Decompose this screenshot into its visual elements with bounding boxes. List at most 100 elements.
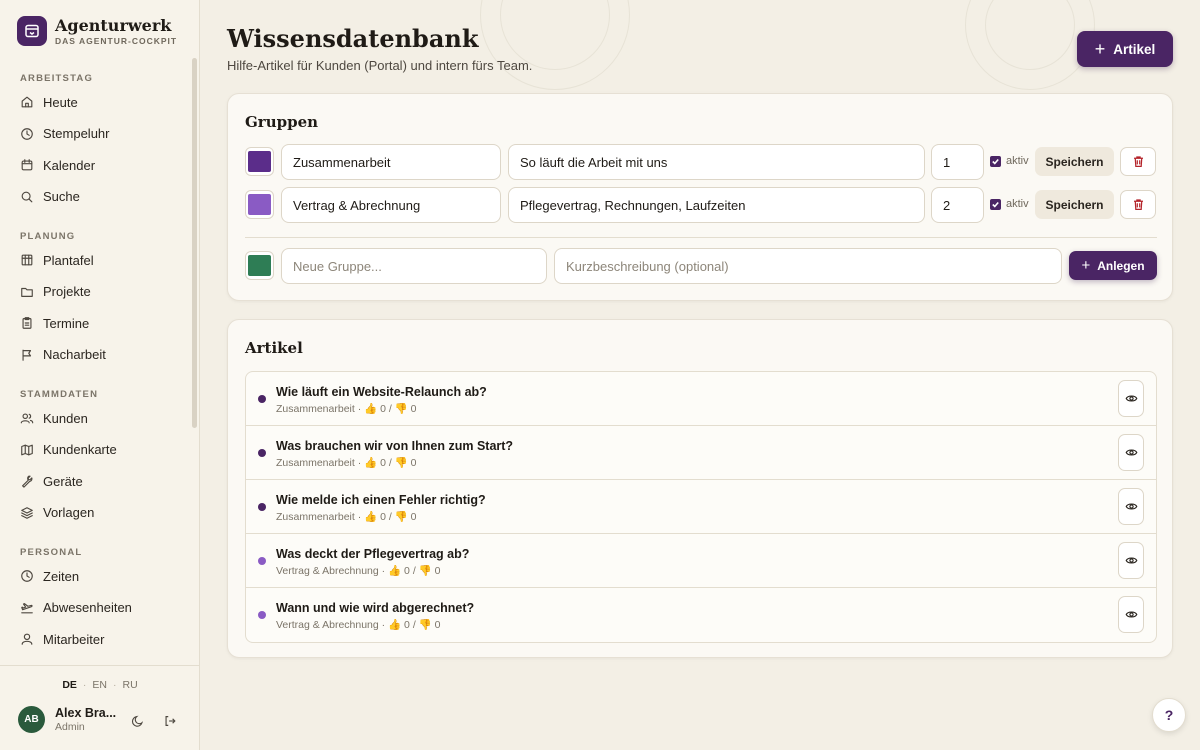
moon-icon[interactable] <box>131 714 145 728</box>
group-delete-button[interactable] <box>1120 190 1156 219</box>
sidebar-item-label: Plantafel <box>43 252 94 268</box>
map-icon <box>20 443 43 457</box>
article-title: Was deckt der Pflegevertrag ab? <box>276 547 470 561</box>
clipboard-icon <box>20 316 43 330</box>
sidebar-item-heute[interactable]: Heute <box>20 92 78 112</box>
group-active-label: aktiv <box>1006 155 1029 167</box>
logout-icon[interactable] <box>163 714 177 728</box>
sidebar-item-label: Projekte <box>43 284 91 299</box>
sidebar-item-label: Heute <box>43 94 78 110</box>
sidebar-item-vorlagen[interactable]: Vorlagen <box>20 503 94 523</box>
avatar: AB <box>18 706 45 733</box>
sidebar-item-mitarbeiter[interactable]: Mitarbeiter <box>20 629 104 649</box>
background-decoration <box>480 0 630 90</box>
sidebar-item-projekte[interactable]: Projekte <box>20 282 91 302</box>
sidebar-item-label: Nacharbeit <box>43 347 106 362</box>
group-save-button[interactable]: Speichern <box>1035 190 1114 219</box>
plus-icon: + <box>1094 39 1106 59</box>
view-article-button[interactable] <box>1118 434 1144 471</box>
group-name-input[interactable]: Vertrag & Abrechnung <box>281 187 501 223</box>
article-row[interactable]: Wie läuft ein Website-Relaunch ab? Zusamm… <box>246 372 1156 426</box>
group-description-input[interactable]: Pflegevertrag, Rechnungen, Laufzeiten <box>508 187 925 223</box>
checkbox-checked-icon <box>990 198 1001 210</box>
groups-divider <box>245 237 1157 238</box>
create-group-label: Anlegen <box>1097 258 1145 273</box>
brand-subtitle: DAS AGENTUR-COCKPIT <box>55 35 178 46</box>
article-meta: Vertrag & Abrechnung · 👍 0 / 👎 0 <box>276 565 441 577</box>
article-meta: Zusammenarbeit · 👍 0 / 👎 0 <box>276 511 417 523</box>
article-row[interactable]: Wann und wie wird abgerechnet? Vertrag & … <box>246 588 1156 642</box>
sidebar-divider <box>0 665 200 666</box>
articles-card: Artikel Wie läuft ein Website-Relaunch a… <box>227 319 1173 658</box>
groups-card: Gruppen Zusammenarbeit So läuft die Arbei… <box>227 93 1173 301</box>
create-group-button[interactable]: + Anlegen <box>1069 251 1157 280</box>
add-article-button[interactable]: + Artikel <box>1077 31 1173 67</box>
article-meta: Zusammenarbeit · 👍 0 / 👎 0 <box>276 403 417 415</box>
user-icon <box>20 632 43 646</box>
view-article-button[interactable] <box>1118 542 1144 579</box>
language-ru[interactable]: RU <box>123 679 138 691</box>
view-article-button[interactable] <box>1118 380 1144 417</box>
sidebar-item-label: Mitarbeiter <box>43 631 105 647</box>
sidebar-item-plantafel[interactable]: Plantafel <box>20 250 94 270</box>
sidebar-scrollbar[interactable] <box>192 58 197 428</box>
sidebar-item-label: Abwesenheiten <box>43 600 132 615</box>
wrench-icon <box>20 474 43 488</box>
group-order-input[interactable]: 1 <box>931 144 984 180</box>
view-article-button[interactable] <box>1118 596 1144 633</box>
sidebar-item-zeiten[interactable]: Zeiten <box>20 566 79 586</box>
group-save-button[interactable]: Speichern <box>1035 147 1114 176</box>
page-title: Wissensdatenbank <box>227 24 479 53</box>
eye-icon <box>1125 557 1137 564</box>
sidebar-item-stempeluhr[interactable]: Stempeluhr <box>20 124 109 144</box>
group-color-picker[interactable] <box>245 147 274 176</box>
plus-icon: + <box>1081 257 1091 274</box>
sidebar-item-suche[interactable]: Suche <box>20 187 80 207</box>
flag-icon <box>20 348 43 362</box>
new-group-description-input[interactable]: Kurzbeschreibung (optional) <box>554 248 1062 284</box>
article-group-dot <box>258 503 266 511</box>
nav-section-title: PERSONAL <box>20 547 83 558</box>
article-group-dot <box>258 449 266 457</box>
group-active-label: aktiv <box>1006 198 1029 210</box>
sidebar-item-label: Termine <box>43 315 90 331</box>
sidebar-item-kalender[interactable]: Kalender <box>20 155 95 175</box>
sidebar-item-termine[interactable]: Termine <box>20 313 89 333</box>
sidebar-item-label: Kalender <box>43 157 96 173</box>
article-list: Wie läuft ein Website-Relaunch ab? Zusamm… <box>245 371 1157 643</box>
brand[interactable]: Agenturwerk DAS AGENTUR-COCKPIT <box>17 16 177 46</box>
view-article-button[interactable] <box>1118 488 1144 525</box>
new-group-color-picker[interactable] <box>245 251 274 280</box>
add-article-label: Artikel <box>1113 41 1156 57</box>
article-row[interactable]: Was deckt der Pflegevertrag ab? Vertrag &… <box>246 534 1156 588</box>
article-row[interactable]: Wie melde ich einen Fehler richtig? Zusam… <box>246 480 1156 534</box>
sidebar-item-kunden[interactable]: Kunden <box>20 408 88 428</box>
group-order-input[interactable]: 2 <box>931 187 984 223</box>
sidebar-item-nacharbeit[interactable]: Nacharbeit <box>20 345 106 365</box>
layers-icon <box>20 506 43 520</box>
new-group-name-input[interactable]: Neue Gruppe... <box>281 248 547 284</box>
article-row[interactable]: Was brauchen wir von Ihnen zum Start? Zus… <box>246 426 1156 480</box>
article-meta: Vertrag & Abrechnung · 👍 0 / 👎 0 <box>276 619 441 631</box>
new-group-color-swatch <box>248 255 271 276</box>
user-role: Admin <box>55 721 85 733</box>
group-color-picker[interactable] <box>245 190 274 219</box>
group-active-toggle[interactable]: aktiv <box>990 198 1029 210</box>
user-profile[interactable]: AB Alex Bra... Admin <box>18 706 116 733</box>
group-active-toggle[interactable]: aktiv <box>990 155 1029 167</box>
language-de[interactable]: DE <box>62 679 77 691</box>
group-delete-button[interactable] <box>1120 147 1156 176</box>
group-description-input[interactable]: So läuft die Arbeit mit uns <box>508 144 925 180</box>
sidebar-item-label: Suche <box>43 189 80 204</box>
sidebar-item-abwesenheiten[interactable]: Abwesenheiten <box>20 598 132 618</box>
group-name-input[interactable]: Zusammenarbeit <box>281 144 501 180</box>
language-en[interactable]: EN <box>92 679 107 691</box>
eye-icon <box>1125 503 1137 510</box>
articles-title: Artikel <box>245 339 303 357</box>
sidebar-item-geraete[interactable]: Geräte <box>20 471 83 491</box>
brand-name: Agenturwerk <box>55 15 172 35</box>
sidebar-item-label: Vorlagen <box>43 505 95 520</box>
language-switcher: DE · EN · RU <box>62 679 138 691</box>
sidebar-item-kundenkarte[interactable]: Kundenkarte <box>20 440 117 460</box>
help-button[interactable]: ? <box>1152 698 1186 732</box>
